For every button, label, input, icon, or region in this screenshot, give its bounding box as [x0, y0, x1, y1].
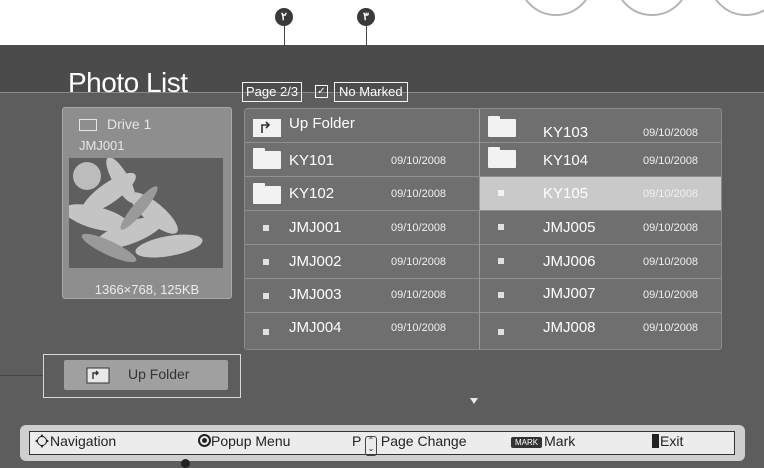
photo-file-icon [498, 190, 504, 196]
help-bar: Navigation Popup Menu P ⌃ ⌄ Page Change M… [20, 425, 745, 461]
list-item-date: 09/10/2008 [643, 155, 699, 167]
list-item-date: 09/10/2008 [643, 289, 699, 301]
decorative-circle [518, 0, 594, 16]
list-item-name: KY103 [543, 124, 589, 141]
drive-folder-icon [79, 119, 97, 132]
help-mark: MARK Mark [511, 433, 575, 449]
list-item-name: KY104 [543, 152, 589, 169]
list-item-date: 09/10/2008 [391, 155, 447, 167]
list-item-folder[interactable]: KY102 09/10/2008 [245, 177, 479, 211]
list-item-name: Up Folder [289, 115, 355, 132]
list-item-date: 09/10/2008 [643, 127, 699, 139]
photo-file-icon [498, 224, 504, 230]
callout-marker-3: ٣ [357, 8, 375, 26]
up-folder-frame: Up Folder [43, 354, 241, 398]
list-item-name: JMJ005 [543, 219, 596, 236]
folder-icon [488, 116, 516, 137]
list-item-name: KY102 [289, 185, 335, 202]
drive-row: Drive 1 [79, 116, 151, 132]
help-mark-label: Mark [544, 433, 576, 449]
page-updown-icon: ⌃ ⌄ [364, 436, 377, 456]
list-item-date: 09/10/2008 [643, 322, 699, 334]
preview-resolution: 1366×768, 125KB [94, 282, 200, 297]
photo-file-icon [498, 292, 504, 298]
list-item-name: JMJ001 [289, 219, 342, 236]
list-item-date: 09/10/2008 [391, 322, 447, 334]
list-item-date: 09/10/2008 [391, 256, 447, 268]
decorative-circle [614, 0, 690, 16]
marked-status: No Marked [334, 82, 408, 102]
preview-filename: JMJ001 [79, 138, 125, 153]
list-item-photo[interactable]: JMJ008 09/10/2008 [480, 313, 721, 346]
exit-key-icon [652, 434, 659, 448]
list-item-photo[interactable]: JMJ007 09/10/2008 [480, 279, 721, 313]
help-navigation: Navigation [34, 433, 116, 449]
list-item-date: 09/10/2008 [643, 188, 699, 200]
photo-file-icon [263, 293, 269, 299]
list-item-name: JMJ008 [543, 319, 596, 336]
list-item-photo[interactable]: JMJ001 09/10/2008 [245, 211, 479, 245]
navigation-arrows-icon [35, 434, 49, 448]
photo-file-icon [498, 258, 504, 264]
list-item-name: JMJ007 [543, 285, 596, 302]
list-item-date: 09/10/2008 [391, 289, 447, 301]
callout-dot-bottom [181, 459, 190, 468]
list-item-folder[interactable]: KY103 09/10/2008 [480, 109, 721, 143]
page-key-label: P [352, 433, 362, 449]
callout-marker-2: ٢ [275, 8, 293, 26]
list-item-folder[interactable]: KY104 09/10/2008 [480, 143, 721, 177]
mark-key-icon: MARK [511, 436, 543, 448]
help-page-change-label: Page Change [380, 433, 467, 449]
decorative-circle [708, 0, 764, 16]
list-item-name: JMJ006 [543, 253, 596, 270]
drive-label: Drive 1 [107, 116, 152, 132]
preview-thumbnail [69, 158, 223, 268]
help-navigation-label: Navigation [50, 433, 117, 449]
scroll-down-icon[interactable] [470, 398, 478, 404]
mark-checkbox-icon: ✓ [315, 85, 328, 98]
photo-file-icon [263, 225, 269, 231]
page-title: Photo List [68, 67, 188, 98]
folder-icon [253, 183, 281, 204]
list-item-name: JMJ003 [289, 286, 342, 303]
list-item-name: JMJ002 [289, 253, 342, 270]
photo-file-icon [498, 329, 504, 335]
list-item-photo[interactable]: JMJ005 09/10/2008 [480, 211, 721, 245]
list-item-photo[interactable]: JMJ002 09/10/2008 [245, 245, 479, 279]
list-item-date: 09/10/2008 [643, 256, 699, 268]
list-item-date: 09/10/2008 [391, 188, 447, 200]
help-exit: Exit [652, 433, 683, 449]
list-item-date: 09/10/2008 [391, 222, 447, 234]
up-folder-button-label: Up Folder [128, 366, 190, 382]
list-item-name: KY105 [543, 185, 589, 202]
list-item-photo[interactable]: JMJ004 09/10/2008 [245, 313, 479, 346]
list-item-date: 09/10/2008 [643, 222, 699, 234]
page-indicator: Page 2/3 [242, 82, 303, 102]
list-item-photo[interactable]: JMJ006 09/10/2008 [480, 245, 721, 279]
file-list: Up Folder KY101 09/10/2008 KY102 09/10/2… [244, 108, 722, 350]
list-item-photo-selected[interactable]: KY105 09/10/2008 [480, 177, 721, 211]
help-exit-label: Exit [660, 433, 684, 449]
preview-panel: Drive 1 JMJ001 1366×768, 125KB [62, 107, 232, 299]
photo-file-icon [263, 259, 269, 265]
list-item-name: JMJ004 [289, 319, 342, 336]
help-popup-label: Popup Menu [211, 433, 291, 449]
help-bar-inner: Navigation Popup Menu P ⌃ ⌄ Page Change M… [29, 431, 735, 456]
ok-button-icon [198, 434, 211, 447]
list-item-photo[interactable]: JMJ003 09/10/2008 [245, 279, 479, 313]
up-folder-button[interactable]: Up Folder [64, 360, 228, 390]
up-folder-icon [86, 367, 110, 384]
folder-icon [253, 148, 281, 169]
folder-icon [488, 147, 516, 168]
list-item-name: KY101 [289, 152, 335, 169]
help-page-change: P ⌃ ⌄ Page Change [352, 433, 467, 456]
callout-line-left [0, 375, 43, 376]
list-item-up-folder[interactable]: Up Folder [245, 109, 479, 143]
help-popup-menu: Popup Menu [198, 433, 290, 449]
photo-file-icon [263, 329, 269, 335]
up-folder-icon [253, 119, 281, 137]
list-item-folder[interactable]: KY101 09/10/2008 [245, 143, 479, 177]
